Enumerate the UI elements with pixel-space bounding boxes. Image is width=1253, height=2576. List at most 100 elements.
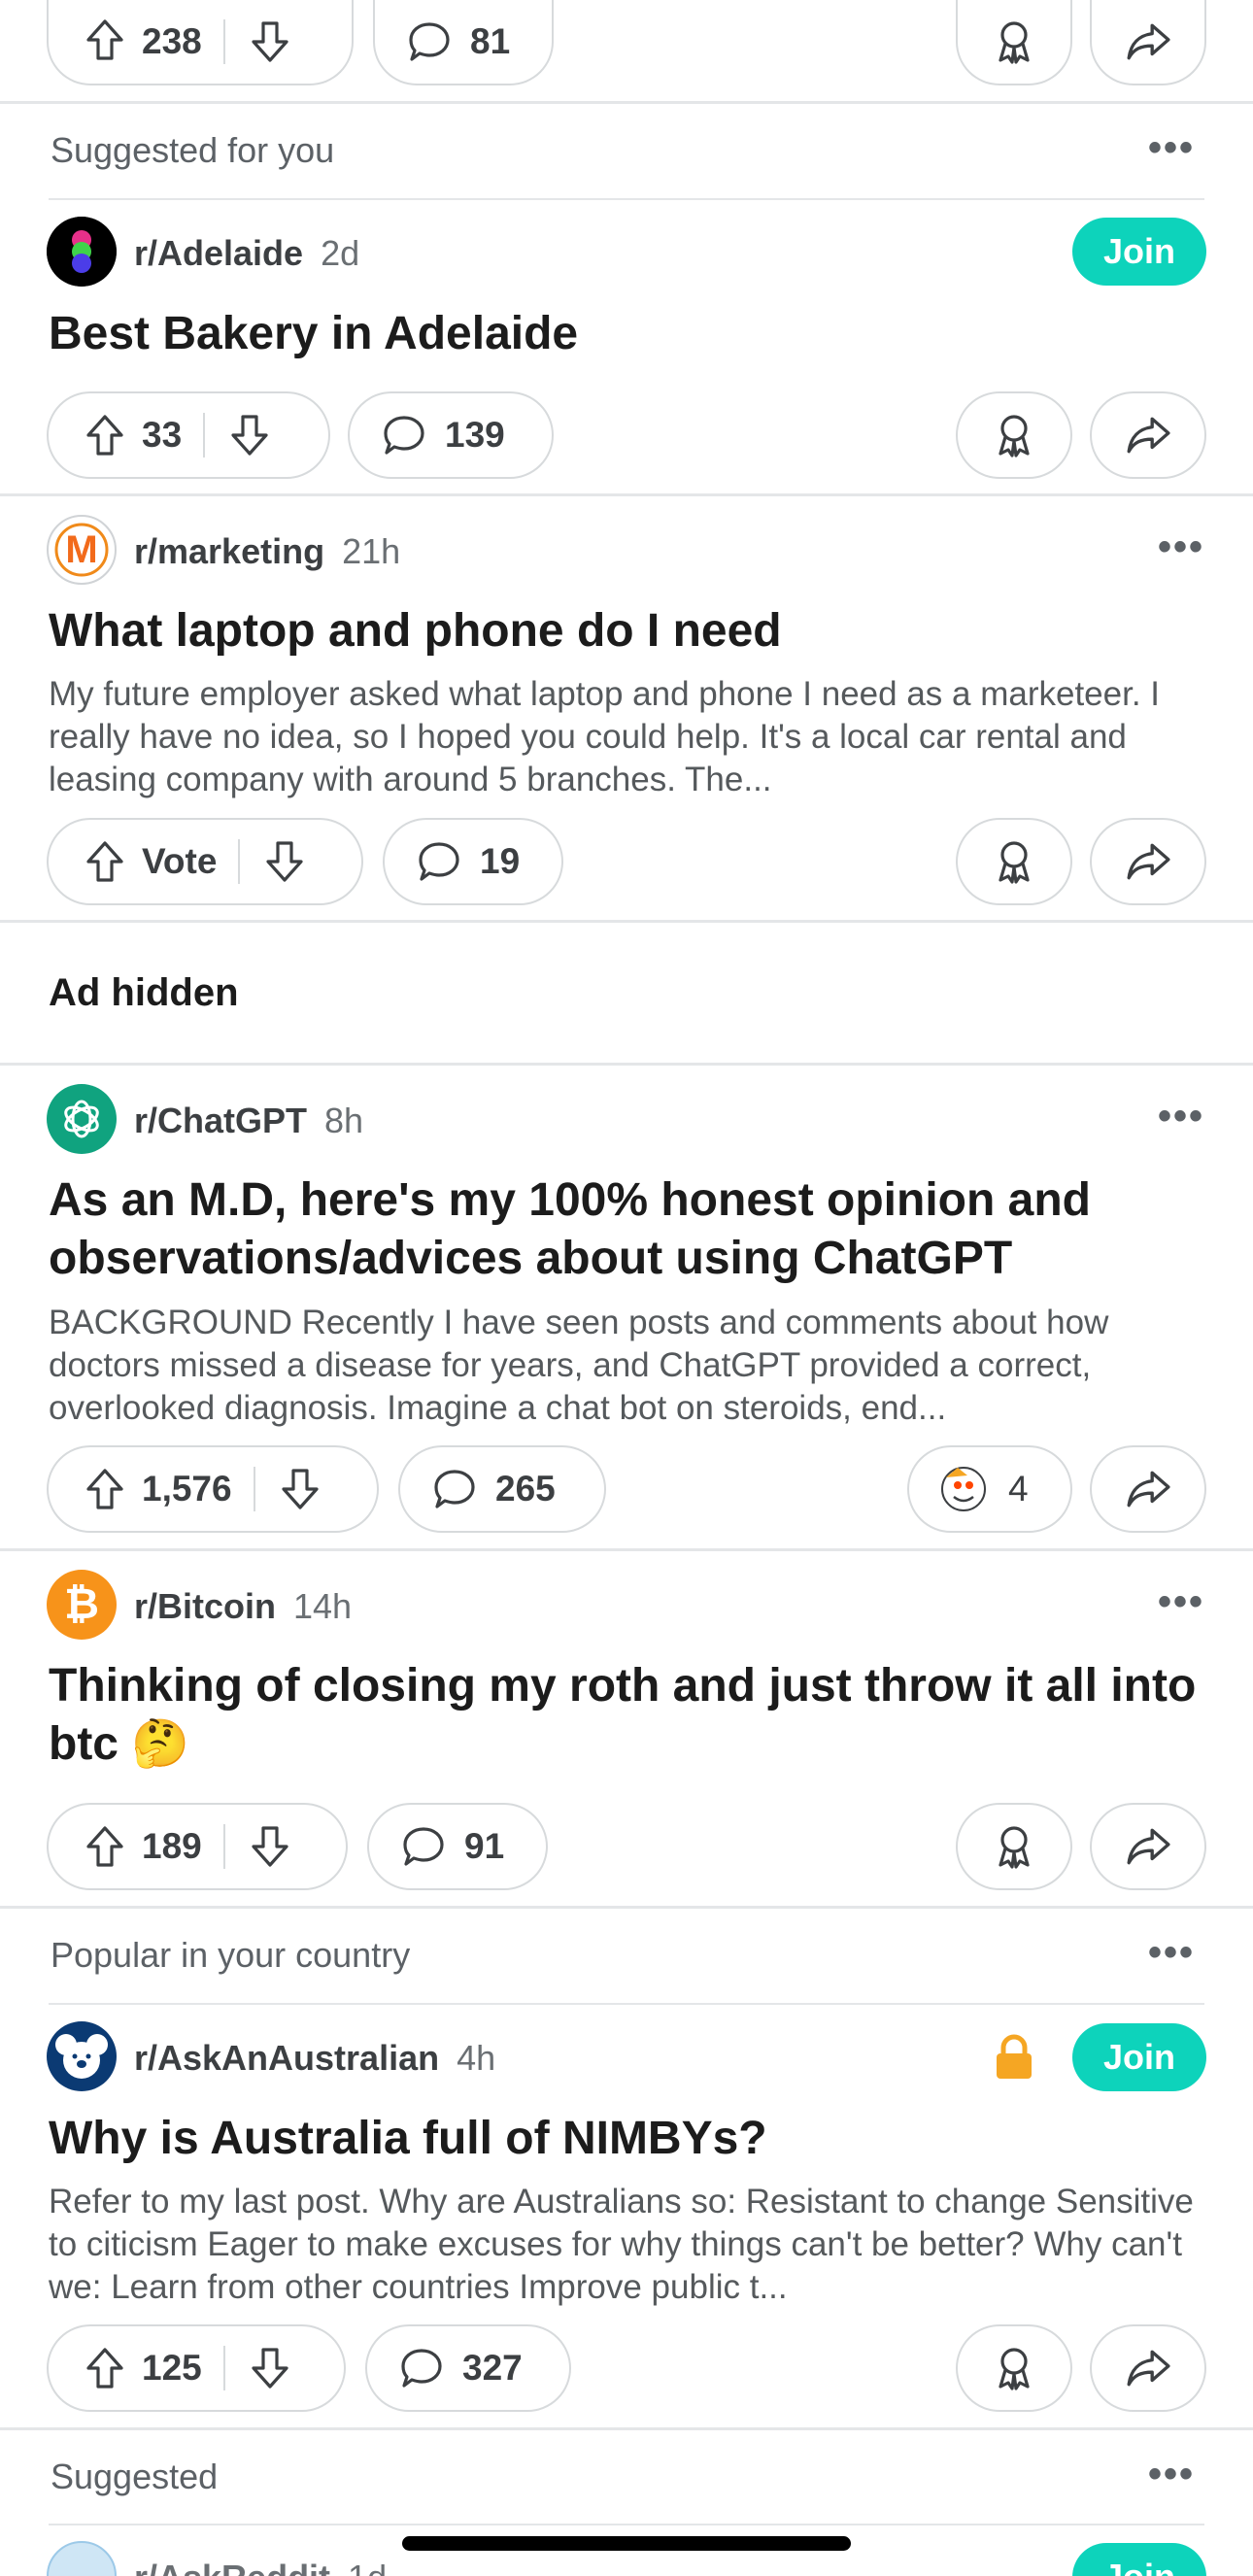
vote-pill: 125 [47, 2324, 346, 2412]
comment-icon [400, 1825, 447, 1868]
upvote-count: 125 [142, 2348, 202, 2388]
comments-button[interactable]: 327 [365, 2324, 571, 2412]
comment-icon [381, 414, 427, 457]
vote-separator [238, 839, 241, 884]
upvote-icon[interactable] [84, 414, 126, 457]
comments-button[interactable]: 265 [398, 1445, 606, 1533]
more-options-icon[interactable]: ••• [1158, 1095, 1204, 1138]
downvote-icon[interactable] [249, 1825, 291, 1868]
subreddit-label[interactable]: r/marketing [134, 531, 324, 571]
upvote-icon[interactable] [84, 1825, 126, 1868]
comment-icon [416, 840, 462, 883]
award-icon [992, 2345, 1036, 2391]
share-button[interactable] [1090, 0, 1206, 85]
subreddit-name[interactable]: r/AskReddit 1d [134, 2558, 387, 2576]
upvote-count: 189 [142, 1826, 202, 1866]
subreddit-label[interactable]: r/Adelaide [134, 233, 303, 273]
share-button[interactable] [1090, 391, 1206, 479]
vote-separator [222, 1824, 225, 1869]
vote-pill: 1,576 [47, 1445, 379, 1533]
comment-count: 19 [480, 841, 521, 881]
join-button[interactable]: Join [1072, 2543, 1206, 2576]
subreddit-avatar-chatgpt[interactable] [47, 1084, 117, 1154]
subreddit-label[interactable]: r/AskReddit [134, 2558, 330, 2576]
post-title[interactable]: What laptop and phone do I need [49, 602, 1204, 661]
share-icon [1125, 1469, 1171, 1509]
comments-button[interactable]: 81 [373, 0, 554, 85]
award-button[interactable] [956, 391, 1072, 479]
post-body-preview[interactable]: Refer to my last post. Why are Australia… [49, 2181, 1204, 2309]
divider [0, 1906, 1253, 1909]
subreddit-avatar-bitcoin[interactable]: ₿ [47, 1570, 117, 1640]
upvote-icon[interactable] [84, 840, 126, 883]
divider [0, 101, 1253, 104]
comments-button[interactable]: 139 [348, 391, 554, 479]
downvote-icon[interactable] [279, 1468, 322, 1510]
vote-pill: Vote [47, 818, 363, 905]
share-button[interactable] [1090, 1445, 1206, 1533]
award-button[interactable] [956, 1803, 1072, 1890]
post-body-preview[interactable]: My future employer asked what laptop and… [49, 673, 1204, 801]
downvote-icon[interactable] [228, 414, 271, 457]
home-indicator[interactable] [402, 2536, 851, 2551]
subreddit-avatar-askreddit[interactable] [47, 2541, 117, 2576]
subreddit-avatar-marketing[interactable]: M [47, 515, 117, 585]
award-button[interactable] [956, 2324, 1072, 2412]
more-options-icon[interactable]: ••• [1158, 525, 1204, 569]
post-title[interactable]: Thinking of closing my roth and just thr… [49, 1657, 1204, 1774]
downvote-icon[interactable] [249, 20, 291, 63]
post-title[interactable]: Best Bakery in Adelaide [49, 305, 1204, 363]
vote-separator [222, 2346, 225, 2390]
subreddit-label[interactable]: r/AskAnAustralian [134, 2038, 439, 2078]
post-body-preview[interactable]: BACKGROUND Recently I have seen posts an… [49, 1302, 1204, 1430]
comment-count: 91 [464, 1826, 505, 1866]
subreddit-label[interactable]: r/Bitcoin [134, 1586, 276, 1626]
upvote-icon[interactable] [84, 2347, 126, 2390]
subreddit-name[interactable]: r/Adelaide 2d [134, 233, 359, 274]
comment-count: 265 [495, 1469, 556, 1508]
more-options-icon[interactable]: ••• [1148, 126, 1195, 170]
subreddit-name[interactable]: r/marketing 21h [134, 531, 400, 572]
vote-pill: 189 [47, 1803, 348, 1890]
downvote-icon[interactable] [263, 840, 306, 883]
downvote-icon[interactable] [249, 2347, 291, 2390]
upvote-icon[interactable] [84, 1468, 126, 1510]
comment-count: 139 [445, 415, 505, 455]
share-button[interactable] [1090, 2324, 1206, 2412]
upvote-icon[interactable] [84, 18, 126, 61]
subreddit-name[interactable]: r/AskAnAustralian 4h [134, 2038, 495, 2079]
share-icon [1125, 841, 1171, 882]
more-options-icon[interactable]: ••• [1148, 2453, 1195, 2496]
vote-pill: 238 [47, 0, 354, 85]
upvote-count: 33 [142, 415, 183, 455]
join-button[interactable]: Join [1072, 218, 1206, 286]
comments-button[interactable]: 19 [383, 818, 563, 905]
join-button[interactable]: Join [1072, 2023, 1206, 2091]
more-options-icon[interactable]: ••• [1148, 1931, 1195, 1975]
section-label-suggested-for-you: Suggested for you [51, 130, 335, 170]
comments-button[interactable]: 91 [367, 1803, 548, 1890]
award-button[interactable] [956, 818, 1072, 905]
more-options-icon[interactable]: ••• [1158, 1580, 1204, 1624]
post-age: 1d [348, 2558, 387, 2576]
share-button[interactable] [1090, 1803, 1206, 1890]
subreddit-name[interactable]: r/Bitcoin 14h [134, 1586, 352, 1627]
subreddit-label[interactable]: r/ChatGPT [134, 1101, 307, 1140]
share-icon [1125, 1826, 1171, 1867]
award-icon [992, 838, 1036, 885]
award-avatar-icon [938, 1464, 989, 1514]
subreddit-name[interactable]: r/ChatGPT 8h [134, 1101, 363, 1141]
subreddit-avatar-askanaustralian[interactable] [47, 2021, 117, 2091]
award-button[interactable]: 4 [907, 1445, 1072, 1533]
post-title[interactable]: Why is Australia full of NIMBYs? [49, 2110, 1204, 2168]
lock-icon [993, 2034, 1035, 2085]
share-button[interactable] [1090, 818, 1206, 905]
award-button[interactable] [956, 0, 1072, 85]
vote-pill: 33 [47, 391, 330, 479]
divider [0, 1063, 1253, 1066]
subreddit-avatar-adelaide[interactable] [47, 217, 117, 287]
post-title[interactable]: As an M.D, here's my 100% honest opinion… [49, 1171, 1204, 1288]
divider [49, 2003, 1204, 2005]
upvote-count: 1,576 [142, 1469, 232, 1508]
comment-count: 327 [462, 2348, 523, 2388]
